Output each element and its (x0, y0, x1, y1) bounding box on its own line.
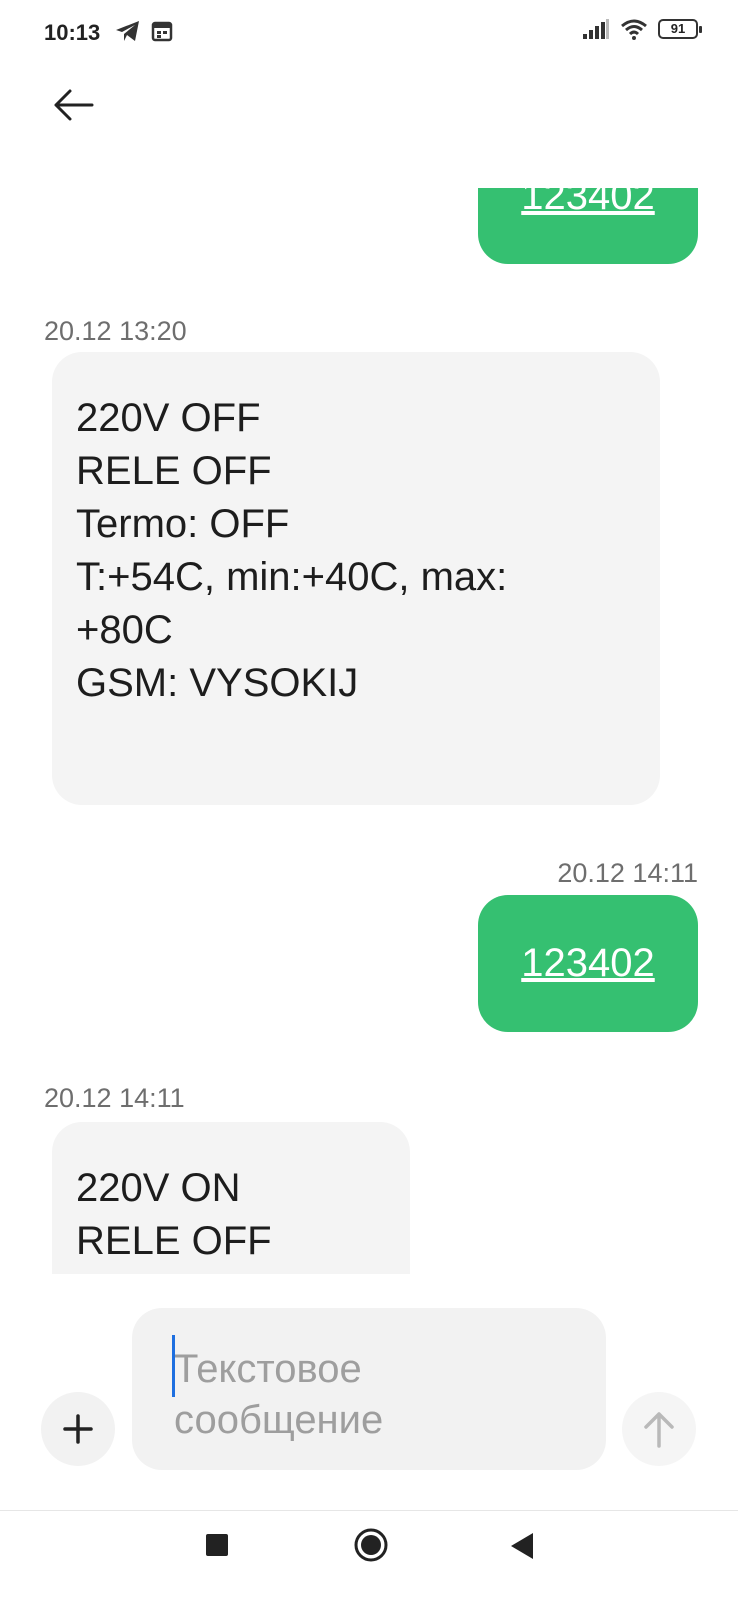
message-line: RELE OFF (76, 1219, 272, 1263)
message-line: GSM: VYSOKIJ (76, 661, 359, 705)
outgoing-message[interactable]: 123402 (478, 188, 698, 264)
message-link[interactable]: 123402 (521, 188, 654, 219)
send-button[interactable] (622, 1392, 696, 1466)
telegram-icon (116, 21, 139, 41)
navigation-bar (0, 1511, 738, 1599)
message-link[interactable]: 123402 (521, 941, 654, 986)
circle-home-icon[interactable] (353, 1527, 389, 1563)
status-bar: 10:13 91 (0, 0, 738, 70)
message-line: RELE OFF (76, 449, 272, 493)
message-timestamp: 20.12 13:20 (44, 316, 187, 346)
message-line: 220V OFF (76, 396, 261, 440)
message-line: T:+54C, min:+40C, max: (76, 555, 508, 599)
square-recents-icon[interactable] (206, 1534, 228, 1556)
wifi-icon (621, 19, 647, 40)
message-line: 220V ON (76, 1166, 241, 1210)
back-button[interactable] (50, 85, 100, 125)
status-right: 91 (582, 18, 702, 40)
incoming-message[interactable]: 220V ON RELE OFF (52, 1122, 410, 1274)
text-caret (172, 1335, 175, 1397)
notification-icons (115, 20, 173, 42)
message-thread[interactable]: 123402 20.12 13:20 220V OFF RELE OFF Ter… (0, 188, 738, 1274)
message-timestamp: 20.12 14:11 (557, 858, 698, 888)
incoming-message[interactable]: 220V OFF RELE OFF Termo: OFF T:+54C, min… (52, 352, 660, 805)
arrow-left-icon (54, 89, 94, 121)
plus-icon (63, 1414, 93, 1444)
message-line: +80C (76, 608, 173, 652)
signal-icon (583, 19, 609, 39)
outgoing-message[interactable]: 123402 (478, 895, 698, 1032)
status-time: 10:13 (44, 20, 101, 45)
triangle-back-icon[interactable] (508, 1531, 536, 1561)
battery-icon: 91 (658, 19, 702, 39)
calendar-icon (151, 21, 173, 42)
message-input-placeholder: Текстовое сообщение (174, 1347, 384, 1442)
message-input[interactable]: Текстовое сообщение (132, 1308, 606, 1470)
arrow-up-icon (644, 1412, 674, 1448)
message-line: Termo: OFF (76, 502, 290, 546)
composer: Текстовое сообщение (0, 1274, 738, 1510)
add-attachment-button[interactable] (41, 1392, 115, 1466)
message-timestamp: 20.12 14:11 (44, 1083, 185, 1113)
